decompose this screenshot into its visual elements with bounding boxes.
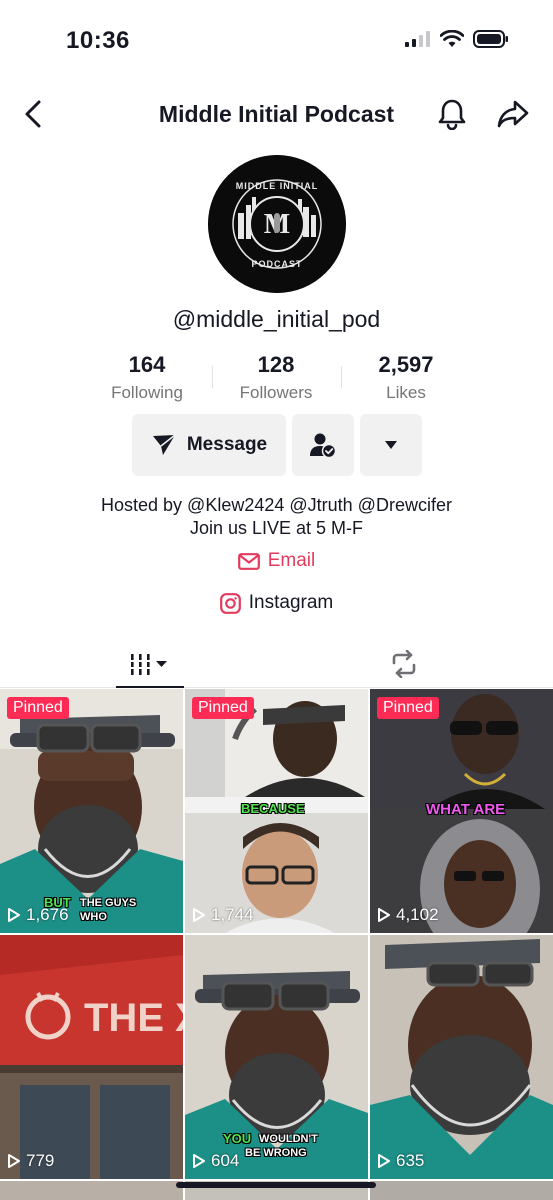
pinned-badge: Pinned	[377, 697, 439, 719]
svg-text:THE X: THE X	[84, 996, 183, 1040]
video-caption: BE WRONG	[245, 1147, 307, 1159]
following-count: 164	[128, 352, 166, 377]
thumbnail-image: THE X	[0, 935, 183, 1179]
video-thumbnail[interactable]	[370, 1181, 553, 1200]
status-time: 10:36	[66, 27, 130, 54]
username: @middle_initial_pod	[172, 306, 381, 332]
likes-count: 2,597	[378, 352, 434, 377]
email-label: Email	[267, 550, 316, 571]
view-count-value: 4,102	[396, 905, 439, 924]
following-label: Following	[111, 383, 183, 402]
stat-followers[interactable]: 128 Followers	[211, 352, 341, 403]
status-bar: 10:36	[0, 0, 553, 80]
pinned-badge: Pinned	[192, 697, 254, 719]
video-caption: THE GUYS	[80, 897, 137, 909]
header: Middle Initial Podcast	[0, 88, 553, 140]
home-indicator	[176, 1182, 376, 1188]
tab-videos[interactable]	[116, 640, 184, 688]
svg-text:PODCAST: PODCAST	[251, 259, 302, 269]
svg-text:MIDDLE INITIAL: MIDDLE INITIAL	[236, 181, 319, 191]
video-caption: YOU	[223, 1131, 252, 1146]
view-count-value: 779	[26, 1151, 55, 1170]
profile-actions: Message	[0, 414, 553, 476]
play-icon	[378, 908, 390, 922]
video-caption: WHAT ARE	[426, 801, 506, 818]
profile-stats: 164 Following 128 Followers 2,597 Likes	[0, 352, 553, 412]
pinned-badge: Pinned	[7, 697, 69, 719]
view-count-value: 635	[396, 1151, 425, 1170]
videos-grid-icon	[131, 654, 167, 675]
video-thumbnail[interactable]: 635	[370, 935, 553, 1179]
active-tab-indicator	[116, 686, 184, 688]
profile-tabs	[0, 640, 553, 688]
send-icon	[152, 434, 176, 455]
instagram-link[interactable]: Instagram	[0, 592, 553, 614]
video-caption: WOULDN'T	[259, 1133, 318, 1145]
share-arrow-icon	[497, 100, 529, 128]
page-title: Middle Initial Podcast	[158, 101, 395, 127]
video-thumbnail[interactable]	[0, 1181, 183, 1200]
avatar[interactable]: M MIDDLE INITIAL PODCAST	[208, 155, 346, 293]
followers-label: Followers	[239, 383, 313, 402]
followers-count: 128	[257, 352, 295, 377]
play-icon	[8, 908, 20, 922]
play-icon	[193, 908, 205, 922]
stat-following[interactable]: 164 Following	[82, 352, 212, 403]
bio-line: Hosted by @Klew2424 @Jtruth @Drewcifer	[101, 495, 452, 515]
instagram-label: Instagram	[248, 592, 334, 613]
view-count: 1,744	[192, 905, 254, 925]
thumbnail-image	[370, 935, 553, 1179]
view-count: 1,676	[7, 905, 69, 925]
bio-line: Join us LIVE at 5 M-F	[189, 518, 364, 538]
message-label: Message	[186, 434, 268, 455]
view-count: 635	[377, 1151, 424, 1171]
video-thumbnail[interactable]: Pinned BECAUSE 1,744	[185, 689, 368, 933]
bio: Hosted by @Klew2424 @Jtruth @Drewcifer J…	[0, 494, 553, 540]
share-button[interactable]	[494, 96, 532, 132]
user-check-icon	[310, 433, 337, 459]
stat-likes[interactable]: 2,597 Likes	[341, 352, 471, 403]
play-icon	[378, 1154, 390, 1168]
message-button[interactable]: Message	[132, 414, 286, 476]
instagram-icon	[219, 592, 241, 614]
view-count-value: 604	[211, 1151, 240, 1170]
bell-icon	[438, 99, 466, 130]
view-count: 4,102	[377, 905, 439, 925]
notification-button[interactable]	[434, 96, 470, 132]
suggested-accounts-button[interactable]	[360, 414, 422, 476]
likes-label: Likes	[386, 383, 426, 402]
battery-icon	[473, 30, 508, 48]
view-count-value: 1,744	[211, 905, 254, 924]
repost-icon	[392, 650, 416, 678]
following-status-button[interactable]	[292, 414, 354, 476]
video-caption: BECAUSE	[241, 801, 305, 816]
play-icon	[193, 1154, 205, 1168]
caret-down-icon	[385, 441, 397, 449]
video-thumbnail[interactable]: Pinned BUT THE GUYS WHO 1,676	[0, 689, 183, 933]
play-icon	[8, 1154, 20, 1168]
video-thumbnail[interactable]: THE X 779	[0, 935, 183, 1179]
video-thumbnail[interactable]: YOU WOULDN'T BE WRONG 604	[185, 935, 368, 1179]
signal-icon	[405, 31, 430, 47]
video-thumbnail[interactable]: Pinned WHAT ARE 4,102	[370, 689, 553, 933]
podcast-logo: M MIDDLE INITIAL PODCAST	[208, 155, 346, 293]
mail-icon	[237, 552, 260, 570]
email-link[interactable]: Email	[0, 550, 553, 572]
tab-reposts[interactable]	[370, 640, 438, 688]
view-count-value: 1,676	[26, 905, 69, 924]
status-icons	[405, 30, 509, 48]
video-caption: WHO	[80, 911, 107, 923]
view-count: 779	[7, 1151, 54, 1171]
wifi-icon	[440, 30, 464, 47]
view-count: 604	[192, 1151, 239, 1171]
